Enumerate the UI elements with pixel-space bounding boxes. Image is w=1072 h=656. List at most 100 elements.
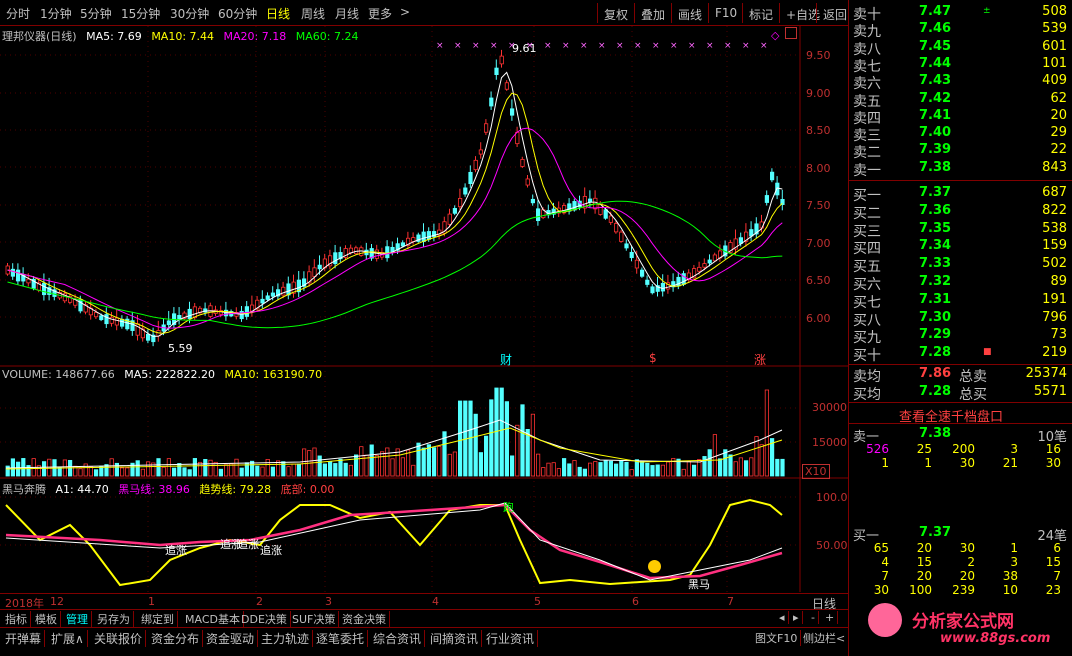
order-level-row[interactable]: 卖九 7.46 539 (849, 21, 1072, 40)
kline-chart-area[interactable]: × × × × × × × × × × × × × × × × × × × (0, 26, 848, 592)
summary-row[interactable]: 买均 7.28 总买 5571 (849, 384, 1072, 403)
level-volume: 22 (1050, 142, 1067, 158)
volume-bar (759, 444, 764, 477)
tab-bind-to[interactable]: 绑定到 (138, 611, 178, 627)
tab-fund-drive[interactable]: 资金驱动 (203, 630, 259, 647)
sidebar-toggle-button[interactable]: 侧边栏< (800, 630, 850, 646)
signal-marker: × (634, 41, 642, 51)
queue-cell: 4 (881, 555, 889, 569)
zoom-in-icon[interactable]: + (822, 611, 839, 624)
adjust-button[interactable]: 复权 (597, 3, 634, 23)
tab-main-track[interactable]: 主力轨迹 (258, 630, 314, 647)
order-level-row[interactable]: 卖八 7.45 601 (849, 38, 1072, 58)
order-level-row[interactable]: 卖六 7.43 409 (849, 73, 1072, 92)
graphic-f10-button[interactable]: 图文F10 (752, 630, 802, 646)
overlay-button[interactable]: 叠加 (634, 3, 671, 23)
order-level-row[interactable]: 买八 7.30 796 (849, 309, 1072, 329)
order-level-row[interactable]: 卖十 7.47 ±508 (849, 4, 1072, 23)
volume-bar (431, 447, 437, 477)
order-level-row[interactable]: 买一 7.37 687 (849, 185, 1072, 204)
volume-bar (426, 444, 432, 477)
pane-toggle-icon[interactable] (785, 27, 797, 39)
watermark-title: 分析家公式网 (912, 612, 1014, 632)
period-tab-monthly[interactable]: 月线 (335, 5, 359, 22)
period-tab-weekly[interactable]: 周线 (301, 5, 325, 22)
level-price: 7.45 (919, 38, 952, 54)
dividend-marker[interactable]: $ (649, 351, 657, 365)
period-tab-1min[interactable]: 1分钟 (40, 5, 72, 22)
volume-bar (551, 462, 556, 477)
candle-body (353, 247, 359, 255)
signal-marker: × (490, 41, 498, 51)
f10-button[interactable]: F10 (708, 3, 743, 23)
tab-fund-distribution[interactable]: 资金分布 (148, 630, 204, 647)
chase-up-label: 追涨 (237, 538, 259, 551)
limit-up-marker[interactable]: 涨 (754, 351, 766, 368)
period-tab-60min[interactable]: 60分钟 (218, 5, 257, 22)
finance-marker[interactable]: 财 (500, 351, 512, 368)
signal-marker: × (580, 41, 588, 51)
period-tab-more[interactable]: 更多 (368, 5, 392, 22)
order-level-row[interactable]: 买六 7.32 89 (849, 274, 1072, 293)
tab-news-digest[interactable]: 间摘资讯 (427, 630, 483, 647)
tab-tick-order[interactable]: 逐笔委托 (313, 630, 369, 647)
zoom-out-icon[interactable]: - (808, 611, 819, 624)
tab-related-quote[interactable]: 关联报价 (91, 630, 147, 647)
order-level-row[interactable]: 卖五 7.42 62 (849, 91, 1072, 110)
tab-expand[interactable]: 扩展∧ (48, 630, 88, 647)
tab-industry-news[interactable]: 行业资讯 (483, 630, 539, 647)
tab-indicator[interactable]: 指标 (2, 611, 31, 627)
level-volume: 822 (1042, 202, 1067, 218)
indicator-lines (5, 498, 783, 587)
order-level-row[interactable]: 买三 7.35 538 (849, 221, 1072, 240)
tab-dde[interactable]: DDE决策 (238, 611, 291, 627)
order-level-row[interactable]: 卖一 7.38 843 (849, 160, 1072, 179)
order-level-row[interactable]: 卖四 7.41 20 (849, 108, 1072, 127)
tab-macd[interactable]: MACD基本 (182, 611, 244, 627)
period-tab-fenshi[interactable]: 分时 (6, 5, 30, 22)
tab-news[interactable]: 综合资讯 (370, 630, 426, 647)
volume-ma5: MA5: 222822.20 (124, 368, 215, 381)
order-level-row[interactable]: 买九 7.29 73 (849, 327, 1072, 346)
period-tab-30min[interactable]: 30分钟 (170, 5, 209, 22)
scroll-left-icon[interactable]: ◂ (776, 611, 789, 624)
level-price: 7.33 (919, 256, 952, 272)
full-depth-button[interactable]: 查看全速千档盘口 (849, 402, 1072, 425)
indicator-y-tick: 50.00 (816, 539, 848, 552)
order-level-row[interactable]: 买二 7.36 822 (849, 202, 1072, 222)
diamond-icon[interactable]: ◇ (771, 29, 779, 42)
queue-cell: 7 (881, 569, 889, 583)
indicator-trend: 趋势线: 79.28 (199, 483, 272, 496)
tab-danmaku[interactable]: 开弹幕 (2, 630, 46, 647)
candle-body (15, 269, 21, 282)
summary-row[interactable]: 卖均 7.86 总卖 25374 (849, 366, 1072, 385)
indicator-name[interactable]: 黑马奔腾 (2, 483, 46, 496)
order-level-row[interactable]: 买四 7.34 159 (849, 238, 1072, 257)
tab-manage[interactable]: 管理 (63, 611, 92, 627)
tab-save-as[interactable]: 另存为 (94, 611, 134, 627)
period-tab-15min[interactable]: 15分钟 (121, 5, 160, 22)
level-price: 7.28 (919, 345, 952, 361)
draw-line-button[interactable]: 画线 (671, 3, 708, 23)
tab-suf[interactable]: SUF决策 (289, 611, 340, 627)
level-price: 7.30 (919, 309, 952, 325)
scroll-right-icon[interactable]: ▸ (790, 611, 803, 624)
order-level-row[interactable]: 卖二 7.39 22 (849, 142, 1072, 161)
order-level-row[interactable]: 卖三 7.40 29 (849, 125, 1072, 144)
tab-fund-decision[interactable]: 资金决策 (339, 611, 390, 627)
period-tab-daily[interactable]: 日线 (266, 5, 290, 22)
chevron-right-icon[interactable]: > (400, 5, 410, 19)
order-level-row[interactable]: 卖七 7.44 101 (849, 56, 1072, 75)
order-level-row[interactable]: 买七 7.31 191 (849, 292, 1072, 311)
queue-cell: 30 (959, 456, 975, 470)
candle-body (608, 215, 614, 223)
period-tab-5min[interactable]: 5分钟 (80, 5, 112, 22)
order-level-row[interactable]: 买十 7.28 ■ 219 (849, 345, 1072, 364)
volume-bar (125, 467, 130, 477)
tab-template[interactable]: 模板 (32, 611, 61, 627)
sell1-queue: 卖一 7.38 10笔 526 25 200 3 16 1 1 30 21 30 (849, 426, 1072, 470)
mark-button[interactable]: 标记 (742, 3, 779, 23)
signal-marker: × (472, 41, 480, 51)
order-level-row[interactable]: 买五 7.33 502 (849, 256, 1072, 275)
queue-cell: 16 (1045, 442, 1061, 456)
